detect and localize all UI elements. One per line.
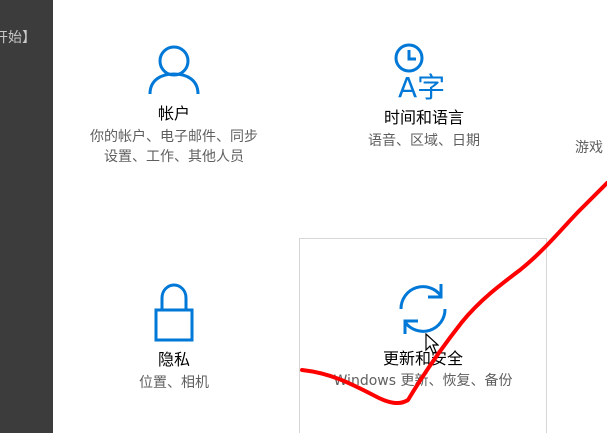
tile-description: 位置、相机 <box>139 375 209 391</box>
tile-description: Windows 更新、恢复、备份 <box>333 373 513 389</box>
tile-description: 你的帐户、电子邮件、同步 设置、工作、其他人员 <box>90 129 258 165</box>
settings-tile-time-language[interactable]: A字 时间和语言 语音、区域、日期 <box>306 0 542 238</box>
sync-icon <box>399 284 447 334</box>
tile-title: 更新和安全 <box>382 349 463 368</box>
person-icon <box>148 45 200 95</box>
tile-title: 帐户 <box>157 104 190 123</box>
time-language-glyphs: A字 <box>398 71 445 100</box>
background-window-text: 开始】 <box>0 30 36 46</box>
tile-description: 语音、区域、日期 <box>368 133 480 149</box>
settings-tile-update-security[interactable]: 更新和安全 Windows 更新、恢复、备份 <box>299 238 547 433</box>
lock-icon <box>154 283 194 342</box>
settings-tile-privacy[interactable]: 隐私 位置、相机 <box>62 238 286 433</box>
settings-tile-accounts[interactable]: 帐户 你的帐户、电子邮件、同步 设置、工作、其他人员 <box>62 0 286 238</box>
tile-description: 游戏 <box>575 140 603 156</box>
time-language-icon: A字 <box>394 43 445 100</box>
tile-title: 隐私 <box>157 350 190 369</box>
tile-title: 时间和语言 <box>383 108 464 127</box>
settings-tile-gaming[interactable]: 游戏 <box>566 0 607 238</box>
mouse-cursor-icon <box>425 333 439 354</box>
settings-window: 开始】 帐户 你的帐户、电子邮件、同步 设置、工作、其他人员 A字 时间和语言 … <box>0 0 607 433</box>
background-window-strip: 开始】 <box>0 0 53 433</box>
